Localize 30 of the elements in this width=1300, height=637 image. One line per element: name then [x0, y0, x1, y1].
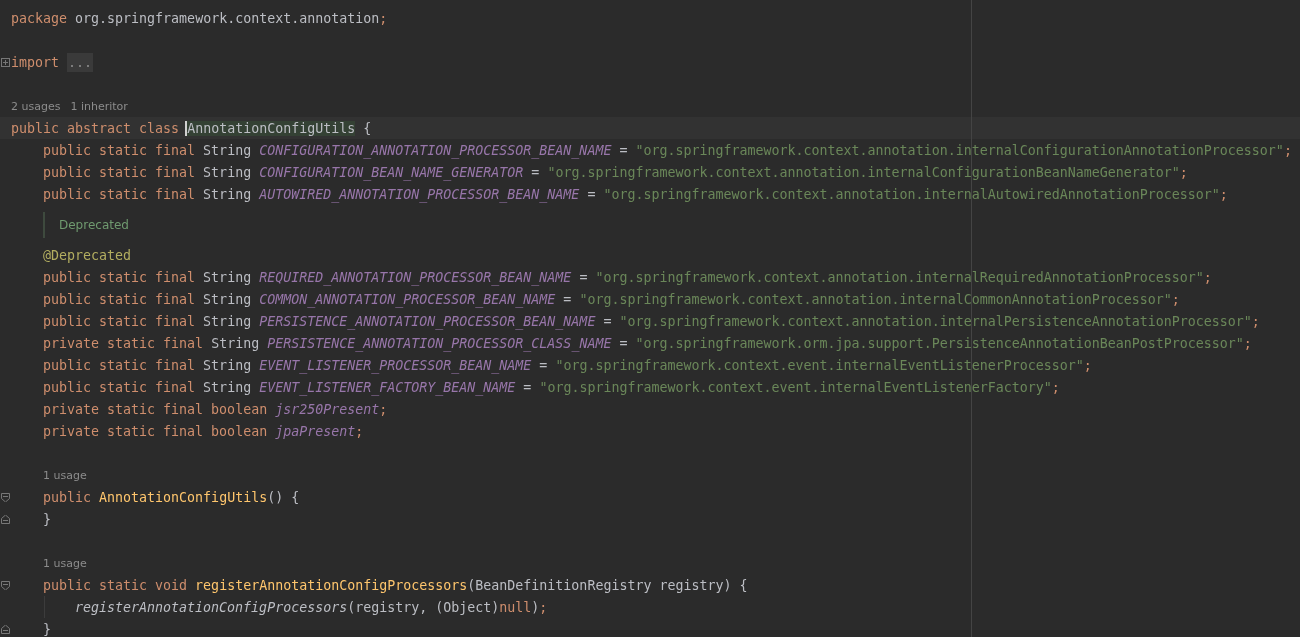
code-line: private static final boolean jpaPresent;	[43, 423, 364, 439]
code-line: public static final String REQUIRED_ANNOTATION_PROCESSOR_BEAN_NAME = "org.springframework.context.annotation.internalRequiredAnnotationProcessor";	[43, 269, 1212, 285]
usage-hint[interactable]: 1 inheritor	[70, 99, 128, 113]
usage-hint[interactable]: 2 usages	[11, 99, 61, 113]
code-line: private static final String PERSISTENCE_ANNOTATION_PROCESSOR_CLASS_NAME = "org.springframework.orm.jpa.support.PersistenceAnnotationBeanPostProcessor";	[43, 335, 1252, 351]
fold-end-icon[interactable]	[1, 624, 10, 634]
code-line: public static final String COMMON_ANNOTATION_PROCESSOR_BEAN_NAME = "org.springframework.context.annotation.internalCommonAnnotationProcessor";	[43, 291, 1180, 307]
code-line: public static void registerAnnotationConfigProcessors(BeanDefinitionRegistry registry) {	[43, 577, 748, 593]
fold-end-icon[interactable]	[1, 514, 10, 524]
code-line: private static final boolean jsr250Present;	[43, 401, 388, 417]
code-line: public static final String CONFIGURATION_BEAN_NAME_GENERATOR = "org.springframework.context.annotation.internalConfigurationBeanNameGenerator";	[43, 164, 1188, 180]
code-line: @Deprecated	[43, 247, 132, 263]
doc-comment: Deprecated	[43, 211, 129, 238]
code-line: public static final String PERSISTENCE_ANNOTATION_PROCESSOR_BEAN_NAME = "org.springframework.context.annotation.internalPersistenceAnnotationProcessor";	[43, 313, 1260, 329]
code-line: package org.springframework.context.annotation;	[11, 10, 388, 26]
fold-expand-icon[interactable]	[1, 57, 10, 67]
code-line: registerAnnotationConfigProcessors(registry, (Object)null);	[75, 599, 548, 615]
fold-collapse-icon[interactable]	[1, 492, 10, 502]
usage-hint[interactable]: 1 usage	[43, 468, 87, 482]
fold-collapse-icon[interactable]	[1, 580, 10, 590]
code-line: public static final String EVENT_LISTENER_FACTORY_BEAN_NAME = "org.springframework.context.event.internalEventListenerFactory";	[43, 379, 1060, 395]
code-line: }	[43, 511, 51, 527]
code-line: public abstract class AnnotationConfigUtils {	[11, 120, 372, 136]
code-line: public static final String CONFIGURATION_ANNOTATION_PROCESSOR_BEAN_NAME = "org.springframework.context.annotation.internalConfigurationAnnotationProcessor";	[43, 142, 1292, 158]
usage-hint[interactable]: 1 usage	[43, 556, 87, 570]
code-line: public static final String AUTOWIRED_ANNOTATION_PROCESSOR_BEAN_NAME = "org.springframework.context.annotation.internalAutowiredAnnotationProcessor";	[43, 186, 1228, 202]
code-line: }	[43, 621, 51, 637]
code-line: import ...	[11, 52, 94, 72]
code-line: public static final String EVENT_LISTENER_PROCESSOR_BEAN_NAME = "org.springframework.context.event.internalEventListenerProcessor";	[43, 357, 1092, 373]
code-line: public AnnotationConfigUtils() {	[43, 489, 300, 505]
